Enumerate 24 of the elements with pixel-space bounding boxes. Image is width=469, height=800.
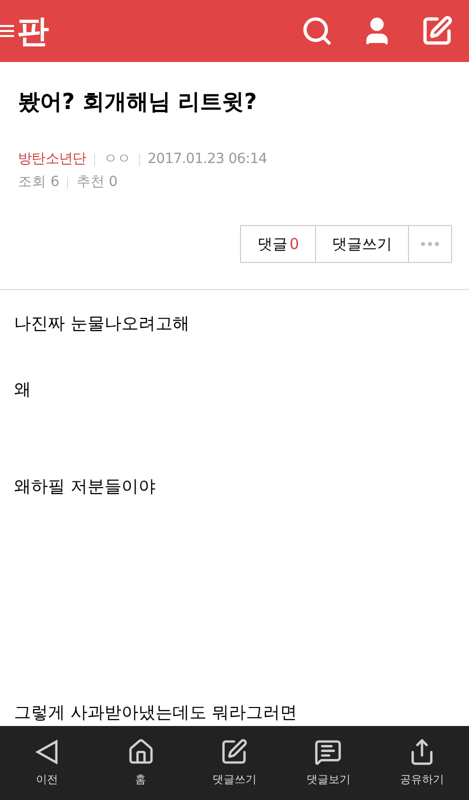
nav-button[interactable]: 이전: [0, 738, 94, 788]
nav-button[interactable]: 홈: [94, 738, 188, 788]
nav-button[interactable]: 댓글쓰기: [188, 738, 282, 788]
search-icon: [301, 15, 333, 47]
write-comment-button[interactable]: 댓글쓰기: [316, 226, 409, 262]
body-text: 왜: [14, 378, 32, 402]
nav-button[interactable]: 댓글보기: [281, 738, 376, 788]
author-name: ㅇㅇ: [103, 150, 131, 169]
pen-square-icon: [421, 15, 453, 47]
home-icon: [126, 738, 155, 766]
post-title: 봤어? 회개해님 리트윗?: [18, 89, 258, 117]
comment-icon: [314, 738, 342, 766]
body-text: 왜하필 저분들이야: [14, 476, 156, 499]
logo[interactable]: 판: [17, 15, 49, 47]
board-name[interactable]: 방탄소년단: [18, 149, 86, 170]
post-date: 2017.01.23 06:14: [148, 150, 267, 169]
body-text: 그렇게 사과받아냈는데도 뭐라그러면: [14, 702, 298, 724]
body-text: 나진짜 눈물나오려고해: [14, 313, 190, 336]
nav-button[interactable]: 공유하기: [375, 738, 469, 788]
view-count: 조회 6: [18, 173, 60, 192]
like-count: 추천 0: [76, 173, 118, 192]
comments-button[interactable]: 댓글 0: [241, 226, 316, 262]
comment-pen-icon: [220, 738, 248, 766]
menu-icon[interactable]: [0, 25, 14, 37]
